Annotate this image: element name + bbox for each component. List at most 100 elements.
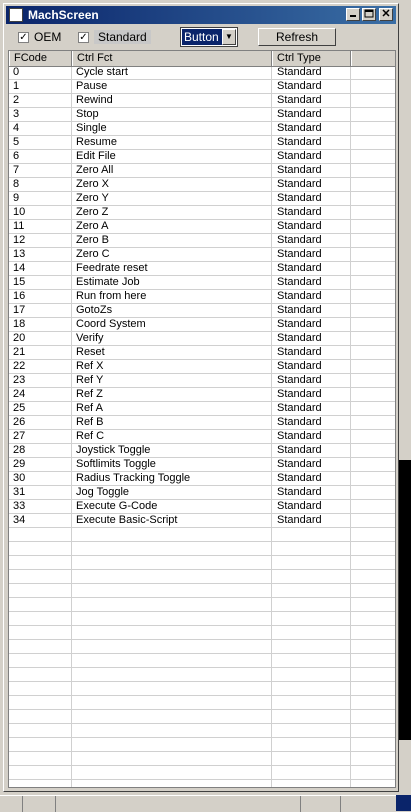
fcode-cell[interactable]: 24 xyxy=(9,388,75,401)
table-row[interactable]: 5 Resume Standard xyxy=(9,136,395,150)
fcode-cell[interactable]: 3 xyxy=(9,108,75,121)
ctrl-fct-cell[interactable]: Run from here xyxy=(72,290,276,303)
table-row[interactable]: 8 Zero X Standard xyxy=(9,178,395,192)
fcode-cell[interactable]: 27 xyxy=(9,430,75,443)
ctrl-fct-cell[interactable]: Feedrate reset xyxy=(72,262,276,275)
fcode-cell[interactable]: 13 xyxy=(9,248,75,261)
ctrl-type-cell[interactable]: Standard xyxy=(273,514,357,527)
fcode-cell[interactable]: 11 xyxy=(9,220,75,233)
checkmark-icon[interactable]: ✓ xyxy=(18,31,29,43)
standard-checkbox[interactable]: ✓ Standard xyxy=(78,29,151,45)
minimize-button[interactable] xyxy=(346,8,360,21)
ctrl-type-cell[interactable]: Standard xyxy=(273,150,357,163)
fcode-cell[interactable]: 6 xyxy=(9,150,75,163)
ctrl-fct-cell[interactable]: Zero Z xyxy=(72,206,276,219)
fcode-cell[interactable]: 4 xyxy=(9,122,75,135)
fcode-cell[interactable]: 8 xyxy=(9,178,75,191)
fcode-cell[interactable]: 1 xyxy=(9,80,75,93)
ctrl-type-cell[interactable]: Standard xyxy=(273,136,357,149)
table-row[interactable]: 29 Softlimits Toggle Standard xyxy=(9,458,395,472)
fcode-cell[interactable]: 0 xyxy=(9,66,75,79)
ctrl-type-cell[interactable]: Standard xyxy=(273,416,357,429)
fcode-cell[interactable]: 2 xyxy=(9,94,75,107)
table-row[interactable]: 0 Cycle start Standard xyxy=(9,66,395,80)
fcode-cell[interactable]: 15 xyxy=(9,276,75,289)
ctrl-type-cell[interactable]: Standard xyxy=(273,192,357,205)
ctrl-type-cell[interactable]: Standard xyxy=(273,262,357,275)
ctrl-fct-cell[interactable]: Single xyxy=(72,122,276,135)
chevron-down-icon[interactable]: ▼ xyxy=(222,29,236,45)
ctrl-fct-cell[interactable]: Zero C xyxy=(72,248,276,261)
ctrl-type-cell[interactable]: Standard xyxy=(273,276,357,289)
ctrl-type-cell[interactable]: Standard xyxy=(273,458,357,471)
ctrl-fct-cell[interactable]: Softlimits Toggle xyxy=(72,458,276,471)
ctrl-type-cell[interactable]: Standard xyxy=(273,80,357,93)
ctrl-fct-cell[interactable]: Zero Y xyxy=(72,192,276,205)
ctrl-type-cell[interactable]: Standard xyxy=(273,122,357,135)
ctrl-fct-cell[interactable]: Reset xyxy=(72,346,276,359)
ctrl-type-cell[interactable]: Standard xyxy=(273,360,357,373)
ctrl-fct-cell[interactable]: Estimate Job xyxy=(72,276,276,289)
maximize-button[interactable] xyxy=(362,8,376,21)
ctrl-fct-cell[interactable]: Execute Basic-Script xyxy=(72,514,276,527)
table-row[interactable]: 22 Ref X Standard xyxy=(9,360,395,374)
table-row[interactable]: 33 Execute G-Code Standard xyxy=(9,500,395,514)
table-row[interactable]: 26 Ref B Standard xyxy=(9,416,395,430)
ctrl-type-cell[interactable]: Standard xyxy=(273,346,357,359)
title-bar[interactable]: MachScreen xyxy=(6,6,396,24)
fcode-cell[interactable]: 10 xyxy=(9,206,75,219)
fcode-cell[interactable]: 34 xyxy=(9,514,75,527)
ctrl-type-cell[interactable]: Standard xyxy=(273,430,357,443)
table-row[interactable]: 17 GotoZs Standard xyxy=(9,304,395,318)
table-row[interactable]: 7 Zero All Standard xyxy=(9,164,395,178)
fcode-cell[interactable]: 7 xyxy=(9,164,75,177)
ctrl-fct-cell[interactable]: Execute G-Code xyxy=(72,500,276,513)
fcode-cell[interactable]: 17 xyxy=(9,304,75,317)
ctrl-fct-cell[interactable]: Pause xyxy=(72,80,276,93)
table-row[interactable]: 14 Feedrate reset Standard xyxy=(9,262,395,276)
table-row[interactable]: 30 Radius Tracking Toggle Standard xyxy=(9,472,395,486)
ctrl-type-cell[interactable]: Standard xyxy=(273,164,357,177)
table-row[interactable]: 28 Joystick Toggle Standard xyxy=(9,444,395,458)
fcode-cell[interactable]: 29 xyxy=(9,458,75,471)
table-row[interactable]: 13 Zero C Standard xyxy=(9,248,395,262)
ctrl-type-cell[interactable]: Standard xyxy=(273,304,357,317)
table-row[interactable]: 2 Rewind Standard xyxy=(9,94,395,108)
table-row[interactable]: 12 Zero B Standard xyxy=(9,234,395,248)
table-row[interactable]: 1 Pause Standard xyxy=(9,80,395,94)
ctrl-type-cell[interactable]: Standard xyxy=(273,374,357,387)
ctrl-type-cell[interactable]: Standard xyxy=(273,66,357,79)
fcode-cell[interactable]: 31 xyxy=(9,486,75,499)
fcode-cell[interactable]: 30 xyxy=(9,472,75,485)
fcode-cell[interactable]: 23 xyxy=(9,374,75,387)
table-row[interactable]: 15 Estimate Job Standard xyxy=(9,276,395,290)
ctrl-fct-cell[interactable]: Jog Toggle xyxy=(72,486,276,499)
ctrl-fct-cell[interactable]: Radius Tracking Toggle xyxy=(72,472,276,485)
ctrl-fct-cell[interactable]: Ref A xyxy=(72,402,276,415)
table-row[interactable]: 16 Run from here Standard xyxy=(9,290,395,304)
ctrl-fct-cell[interactable]: Joystick Toggle xyxy=(72,444,276,457)
ctrl-fct-cell[interactable]: Resume xyxy=(72,136,276,149)
table-row[interactable]: 21 Reset Standard xyxy=(9,346,395,360)
checkmark-icon[interactable]: ✓ xyxy=(78,31,89,43)
fcode-cell[interactable]: 25 xyxy=(9,402,75,415)
table-row[interactable]: 6 Edit File Standard xyxy=(9,150,395,164)
ctrl-type-cell[interactable]: Standard xyxy=(273,178,357,191)
control-type-select[interactable]: Button ▼ xyxy=(180,27,238,47)
table-row[interactable]: 27 Ref C Standard xyxy=(9,430,395,444)
ctrl-type-cell[interactable]: Standard xyxy=(273,108,357,121)
table-row[interactable]: 34 Execute Basic-Script Standard xyxy=(9,514,395,528)
ctrl-type-cell[interactable]: Standard xyxy=(273,234,357,247)
ctrl-fct-cell[interactable]: Zero A xyxy=(72,220,276,233)
fcode-cell[interactable]: 14 xyxy=(9,262,75,275)
fcode-cell[interactable]: 18 xyxy=(9,318,75,331)
header-ctrl-fct[interactable]: Ctrl Fct xyxy=(72,51,272,66)
table-row[interactable]: 18 Coord System Standard xyxy=(9,318,395,332)
ctrl-fct-cell[interactable]: GotoZs xyxy=(72,304,276,317)
ctrl-fct-cell[interactable]: Ref Z xyxy=(72,388,276,401)
header-fcode[interactable]: FCode xyxy=(9,51,72,66)
table-row[interactable]: 25 Ref A Standard xyxy=(9,402,395,416)
ctrl-fct-cell[interactable]: Zero B xyxy=(72,234,276,247)
fcode-cell[interactable]: 28 xyxy=(9,444,75,457)
fcode-cell[interactable]: 21 xyxy=(9,346,75,359)
